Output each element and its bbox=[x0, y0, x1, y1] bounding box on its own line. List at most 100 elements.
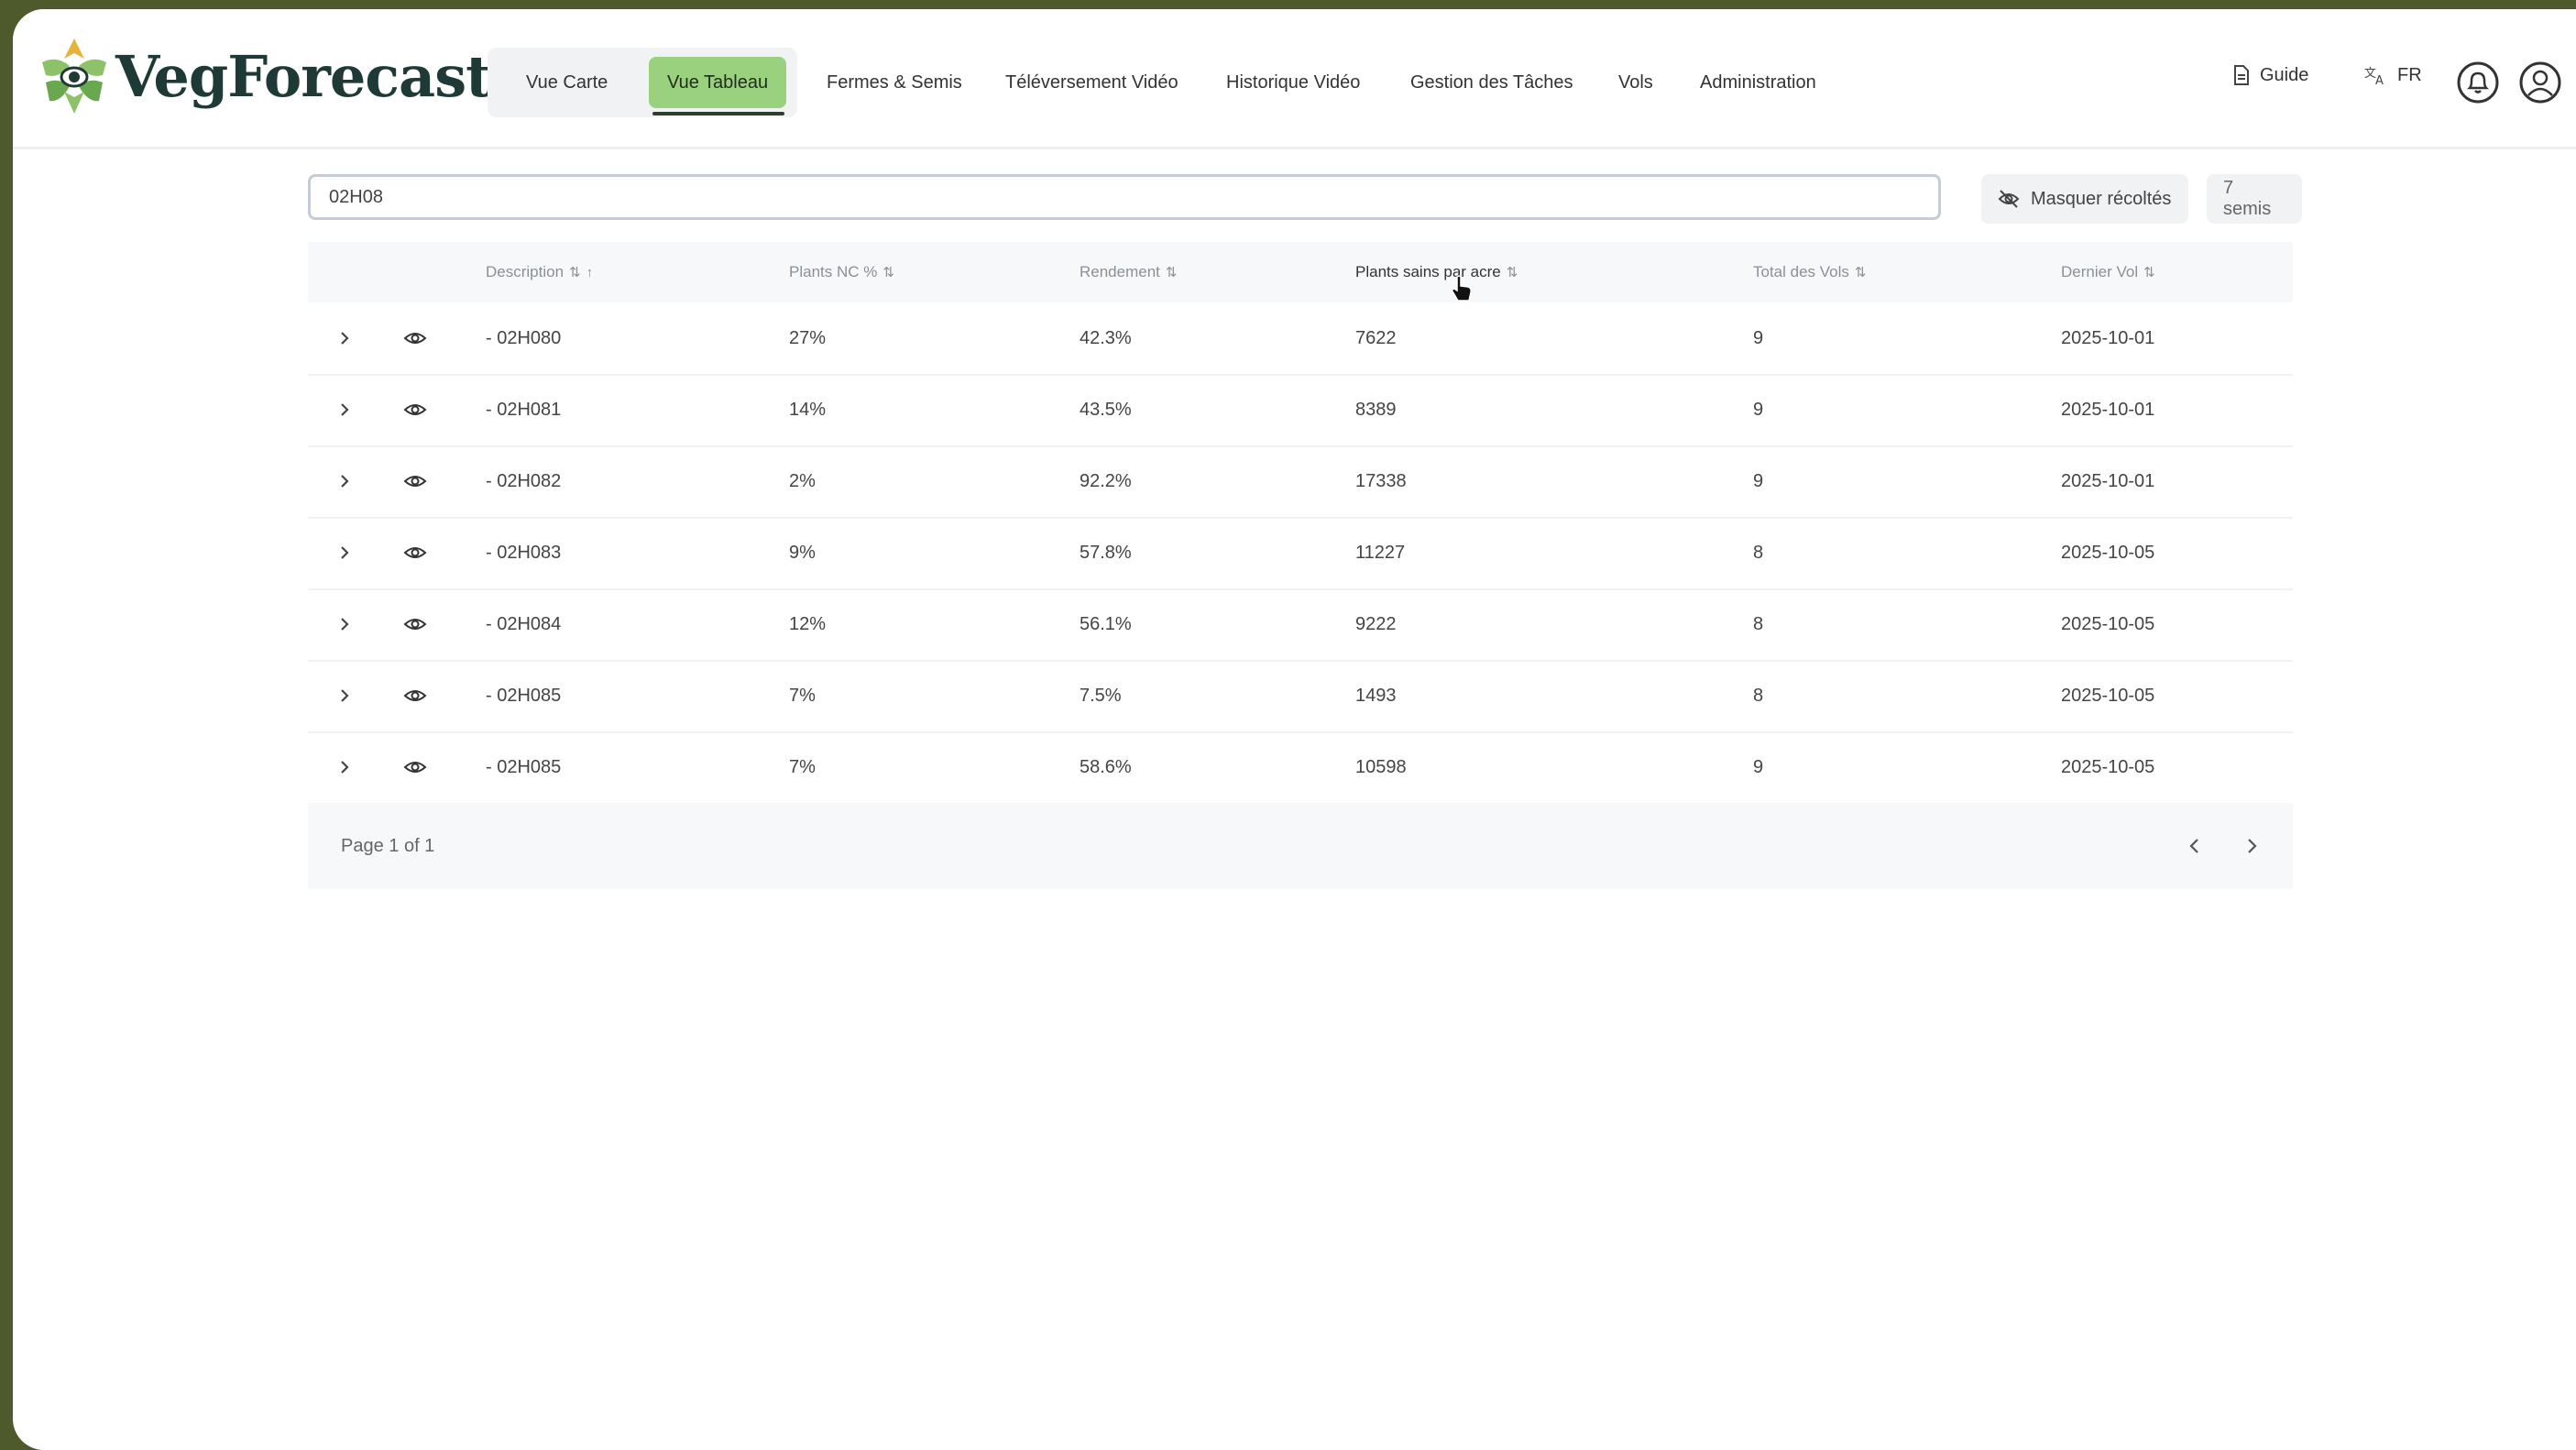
table-header: Description ⇅ ↑ Plants NC % ⇅ Rendement … bbox=[308, 242, 2293, 302]
nav-gestion-taches[interactable]: Gestion des Tâches bbox=[1410, 48, 1573, 117]
pagination-label: Page 1 of 1 bbox=[341, 835, 435, 856]
bell-icon[interactable] bbox=[2456, 60, 2500, 104]
cell-description: - 02H085 bbox=[486, 685, 562, 706]
pointer-cursor-icon bbox=[1452, 275, 1472, 302]
guide-label: Guide bbox=[2260, 64, 2309, 85]
search-input[interactable] bbox=[308, 174, 1941, 220]
cell-dernier-vol: 2025-10-05 bbox=[2061, 613, 2155, 634]
hide-harvested-button[interactable]: Masquer récoltés bbox=[1981, 174, 2188, 224]
svg-text:A: A bbox=[2375, 74, 2384, 86]
table-row[interactable]: - 02H080 27% 42.3% 7622 9 2025-10-01 bbox=[308, 302, 2293, 376]
nav-televersement-video[interactable]: Téléversement Vidéo bbox=[1005, 48, 1178, 117]
expand-row-button[interactable] bbox=[334, 445, 356, 517]
expand-row-button[interactable] bbox=[334, 374, 356, 445]
chevron-right-icon bbox=[341, 761, 349, 774]
cell-plants-sains: 9222 bbox=[1355, 613, 1397, 634]
chevron-right-icon[interactable] bbox=[2238, 832, 2265, 860]
tab-vue-tableau[interactable]: Vue Tableau bbox=[649, 57, 787, 108]
view-row-button[interactable] bbox=[401, 588, 429, 660]
table-row[interactable]: - 02H082 2% 92.2% 17338 9 2025-10-01 bbox=[308, 445, 2293, 519]
cell-rendement: 58.6% bbox=[1080, 756, 1132, 777]
expand-row-button[interactable] bbox=[334, 517, 356, 588]
sort-icon: ⇅ bbox=[1854, 265, 1867, 280]
cell-rendement: 56.1% bbox=[1080, 613, 1132, 634]
cell-total-vols: 9 bbox=[1753, 756, 1764, 777]
chevron-left-icon[interactable] bbox=[2181, 832, 2209, 860]
cell-description: - 02H085 bbox=[486, 756, 562, 777]
column-header-description[interactable]: Description ⇅ ↑ bbox=[486, 242, 593, 302]
view-row-button[interactable] bbox=[401, 660, 429, 731]
eye-off-icon bbox=[1998, 190, 2020, 208]
column-header-plants-nc[interactable]: Plants NC % ⇅ bbox=[789, 242, 894, 302]
eye-icon bbox=[403, 404, 427, 415]
column-header-rendement[interactable]: Rendement ⇅ bbox=[1080, 242, 1177, 302]
cell-description: - 02H081 bbox=[486, 399, 562, 420]
eye-icon bbox=[403, 619, 427, 630]
view-row-button[interactable] bbox=[401, 517, 429, 588]
sort-asc-icon: ↑ bbox=[586, 264, 594, 280]
eye-icon bbox=[403, 690, 427, 701]
column-header-plants-sains[interactable]: Plants sains par acre ⇅ bbox=[1355, 242, 1518, 302]
app-window: VegForecast Vue Carte Vue Tableau Fermes… bbox=[13, 9, 2576, 1450]
hide-harvested-label: Masquer récoltés bbox=[2031, 188, 2172, 209]
sort-icon: ⇅ bbox=[1165, 265, 1178, 280]
expand-row-button[interactable] bbox=[334, 660, 356, 731]
cell-total-vols: 8 bbox=[1753, 685, 1764, 706]
table-row[interactable]: - 02H085 7% 58.6% 10598 9 2025-10-05 bbox=[308, 731, 2293, 803]
sort-icon: ⇅ bbox=[1506, 265, 1518, 280]
sort-icon: ⇅ bbox=[569, 265, 581, 280]
chevron-right-icon bbox=[341, 689, 349, 702]
table-row[interactable]: - 02H085 7% 7.5% 1493 8 2025-10-05 bbox=[308, 660, 2293, 733]
expand-row-button[interactable] bbox=[334, 302, 356, 374]
document-icon bbox=[2234, 65, 2249, 85]
chevron-right-icon bbox=[341, 475, 349, 488]
expand-row-button[interactable] bbox=[334, 588, 356, 660]
view-row-button[interactable] bbox=[401, 374, 429, 445]
active-tab-indicator bbox=[652, 112, 784, 115]
expand-row-button[interactable] bbox=[334, 731, 356, 803]
cell-plants-nc: 7% bbox=[789, 685, 816, 706]
nav-historique-video[interactable]: Historique Vidéo bbox=[1226, 48, 1360, 117]
eye-icon bbox=[403, 476, 427, 487]
cell-total-vols: 9 bbox=[1753, 470, 1764, 491]
nav-vols[interactable]: Vols bbox=[1618, 48, 1653, 117]
guide-link[interactable]: Guide bbox=[2232, 64, 2308, 86]
cell-plants-sains: 17338 bbox=[1355, 470, 1407, 491]
cell-dernier-vol: 2025-10-05 bbox=[2061, 756, 2155, 777]
cell-total-vols: 9 bbox=[1753, 327, 1764, 348]
cell-rendement: 57.8% bbox=[1080, 542, 1132, 563]
cell-rendement: 42.3% bbox=[1080, 327, 1132, 348]
cell-dernier-vol: 2025-10-05 bbox=[2061, 542, 2155, 563]
cell-description: - 02H084 bbox=[486, 613, 562, 634]
nav-fermes-semis[interactable]: Fermes & Semis bbox=[827, 48, 962, 117]
column-header-dernier-vol[interactable]: Dernier Vol ⇅ bbox=[2061, 242, 2155, 302]
language-selector[interactable]: 文 A FR bbox=[2364, 64, 2422, 87]
cell-total-vols: 8 bbox=[1753, 613, 1764, 634]
seed-count-label: 7 semis bbox=[2223, 178, 2272, 219]
tab-vue-carte[interactable]: Vue Carte bbox=[526, 48, 608, 117]
cell-rendement: 7.5% bbox=[1080, 685, 1122, 706]
cell-description: - 02H080 bbox=[486, 327, 562, 348]
table-row[interactable]: - 02H083 9% 57.8% 11227 8 2025-10-05 bbox=[308, 517, 2293, 590]
chevron-right-icon bbox=[341, 403, 349, 416]
nav-administration[interactable]: Administration bbox=[1700, 48, 1816, 117]
view-row-button[interactable] bbox=[401, 731, 429, 803]
table-row[interactable]: - 02H081 14% 43.5% 8389 9 2025-10-01 bbox=[308, 374, 2293, 447]
cell-plants-sains: 7622 bbox=[1355, 327, 1397, 348]
view-row-button[interactable] bbox=[401, 302, 429, 374]
cell-plants-nc: 14% bbox=[789, 399, 827, 420]
cell-dernier-vol: 2025-10-05 bbox=[2061, 685, 2155, 706]
data-table: Description ⇅ ↑ Plants NC % ⇅ Rendement … bbox=[308, 242, 2293, 889]
chevron-right-icon bbox=[341, 332, 349, 345]
cell-plants-sains: 11227 bbox=[1355, 542, 1406, 563]
cell-plants-sains: 1493 bbox=[1355, 685, 1397, 706]
cell-plants-sains: 8389 bbox=[1355, 399, 1397, 420]
user-icon[interactable] bbox=[2518, 60, 2562, 104]
top-header: VegForecast Vue Carte Vue Tableau Fermes… bbox=[13, 9, 2576, 149]
table-row[interactable]: - 02H084 12% 56.1% 9222 8 2025-10-05 bbox=[308, 588, 2293, 662]
view-row-button[interactable] bbox=[401, 445, 429, 517]
cell-plants-nc: 27% bbox=[789, 327, 827, 348]
column-header-total-vols[interactable]: Total des Vols ⇅ bbox=[1753, 242, 1866, 302]
cell-dernier-vol: 2025-10-01 bbox=[2061, 470, 2155, 491]
brand-logo[interactable]: VegForecast bbox=[37, 35, 492, 117]
